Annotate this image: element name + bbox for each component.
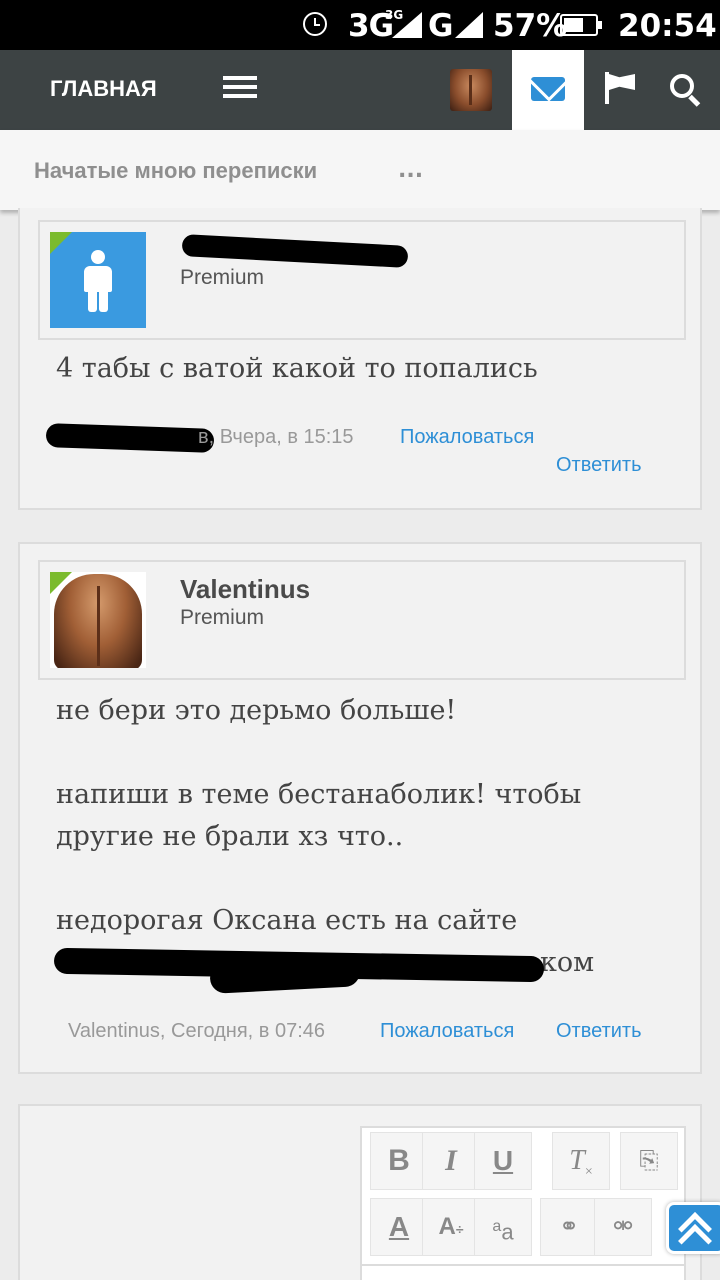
font-family-icon: a [492,1218,502,1235]
message-text: 4 табы с ватой какой то попались [56,353,538,384]
redaction-mark [45,423,215,453]
redaction-mark [181,234,409,268]
signal-icon [392,12,422,38]
breadcrumb-more[interactable]: ... [398,158,423,183]
avatar[interactable] [50,232,146,328]
message-user-info: Premium [38,220,686,340]
message-meta: Valentinus, Сегодня, в 07:46 [68,1020,326,1042]
italic-button[interactable]: I [422,1132,480,1190]
editor-toolbar: B I U T× ⎘ A A÷ aa ⚭ ⚮ [360,1126,686,1280]
reply-link[interactable]: Ответить [556,454,642,477]
reply-editor: B I U T× ⎘ A A÷ aa ⚭ ⚮ [18,1104,702,1280]
home-link[interactable]: ГЛАВНАЯ [50,76,157,102]
text-color-button[interactable]: A [370,1198,428,1256]
font-size-button[interactable]: A÷ [422,1198,480,1256]
tab-conversations[interactable] [512,50,584,130]
message-text-line: недорогая Оксана есть на сайте [56,905,518,936]
font-family-button[interactable]: aa [474,1198,532,1256]
flag-icon[interactable] [605,72,637,104]
message-text-line: ком [540,947,595,978]
message-text-line: другие не брали хз что.. [56,821,404,852]
online-indicator [50,572,72,594]
envelope-icon [531,77,565,101]
status-bar: 3G 3G G 57% 20:54 [0,0,720,50]
message-card: Valentinus Premium не бери это дерьмо бо… [18,542,702,1074]
message-card: Premium 4 табы с ватой какой то попались… [18,208,702,510]
search-icon[interactable] [670,74,702,107]
report-link[interactable]: Пожаловаться [400,426,534,449]
font-size-icon: A [438,1213,456,1240]
network-type-2: G [428,8,454,44]
avatar[interactable] [50,572,146,668]
author-name[interactable]: Valentinus [180,574,310,605]
clear-format-icon: T [569,1145,585,1176]
underline-button[interactable]: U [474,1132,532,1190]
user-title: Premium [180,266,265,289]
bold-button[interactable]: B [370,1132,428,1190]
link-icon[interactable]: ⚭ [540,1198,598,1256]
redaction-mark [209,956,361,994]
hamburger-menu-icon[interactable] [223,76,257,98]
scroll-to-top-button[interactable] [666,1202,720,1258]
user-title: Premium [180,606,265,629]
alarm-icon [303,12,327,36]
message-text-line: напиши в теме бестанаболик! чтобы [56,779,582,810]
breadcrumb: Начатые мною переписки ... [0,130,720,210]
report-link[interactable]: Пожаловаться [380,1020,514,1043]
clear-format-button[interactable]: T× [552,1132,610,1190]
user-avatar[interactable] [450,69,492,111]
message-text-line: не бери это дерьмо больше! [56,695,457,726]
battery-percent: 57% [493,8,568,44]
battery-icon [560,14,602,36]
paint-format-icon[interactable]: ⎘ [620,1132,678,1190]
reply-link[interactable]: Ответить [556,1020,642,1043]
message-meta: в, Вчера, в 15:15 [198,426,354,448]
user-silhouette-icon [80,250,116,312]
clock: 20:54 [618,8,717,44]
message-user-info: Valentinus Premium [38,560,686,680]
online-indicator [50,232,72,254]
signal-icon-2 [455,12,483,38]
unlink-icon[interactable]: ⚮ [594,1198,652,1256]
breadcrumb-item-conversations[interactable]: Начатые мною переписки [34,158,317,184]
top-nav: ГЛАВНАЯ [0,50,720,130]
